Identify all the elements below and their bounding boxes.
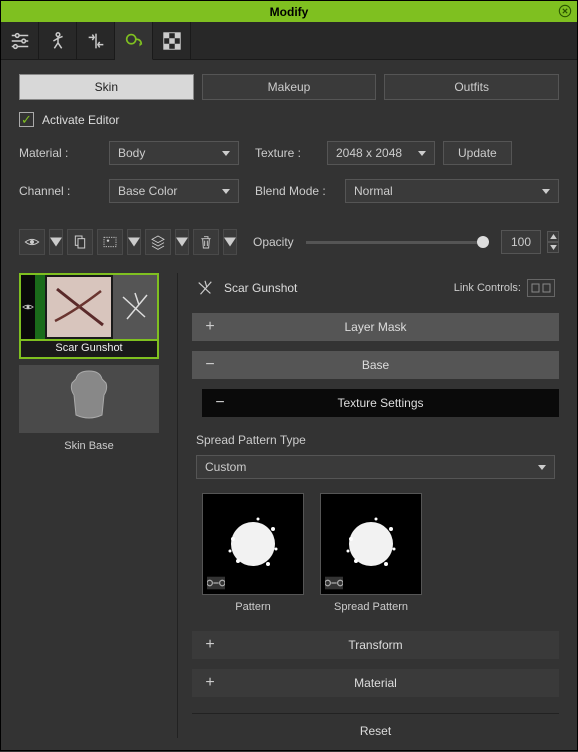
material-dropdown[interactable]: Body <box>109 141 239 165</box>
section-base[interactable]: − Base <box>192 351 559 379</box>
material-label: Material : <box>19 146 109 160</box>
layer-mask-thumbnail <box>113 275 157 339</box>
delete-dropdown[interactable] <box>223 229 237 255</box>
arrows-tab[interactable] <box>77 22 115 60</box>
close-button[interactable] <box>557 3 573 19</box>
appearance-tab[interactable] <box>115 22 153 60</box>
visibility-tool[interactable] <box>19 229 45 255</box>
icon-tab-bar <box>1 22 577 60</box>
layer-label: Skin Base <box>19 437 159 455</box>
link-icon <box>207 576 225 590</box>
texture-label: Texture : <box>255 146 327 160</box>
spread-pattern-label: Spread Pattern <box>320 601 422 613</box>
titlebar: Modify <box>1 1 577 22</box>
window-title: Modify <box>270 5 309 19</box>
update-button[interactable]: Update <box>443 141 512 165</box>
layer-item-skinbase[interactable]: Skin Base <box>19 365 159 455</box>
opacity-up[interactable] <box>547 231 559 242</box>
minus-icon: − <box>202 394 238 412</box>
opacity-input[interactable] <box>501 230 541 254</box>
tab-outfits[interactable]: Outfits <box>384 74 559 100</box>
minus-icon: − <box>192 356 228 374</box>
channel-label: Channel : <box>19 184 109 198</box>
activate-editor-checkbox[interactable]: ✓ <box>19 112 34 127</box>
image-dropdown[interactable] <box>127 229 141 255</box>
section-material[interactable]: + Material <box>192 669 559 697</box>
pattern-thumbnail[interactable] <box>202 493 304 595</box>
plus-icon: + <box>192 318 228 336</box>
sliders-tab[interactable] <box>1 22 39 60</box>
link-controls-label: Link Controls: <box>454 282 521 294</box>
details-panel: Scar Gunshot Link Controls: + Layer Mask… <box>177 273 559 738</box>
copy-tool[interactable] <box>67 229 93 255</box>
image-tool[interactable] <box>97 229 123 255</box>
layers-panel: Scar Gunshot Skin Base <box>19 273 159 738</box>
plus-icon: + <box>192 674 228 692</box>
tab-makeup[interactable]: Makeup <box>202 74 377 100</box>
reset-button[interactable]: Reset <box>192 713 559 738</box>
layer-label: Scar Gunshot <box>19 339 159 359</box>
activate-editor-label: Activate Editor <box>42 113 119 127</box>
spread-pattern-thumbnail[interactable] <box>320 493 422 595</box>
tab-skin[interactable]: Skin <box>19 74 194 100</box>
checker-tab[interactable] <box>153 22 191 60</box>
category-tabs: Skin Makeup Outfits <box>19 74 559 100</box>
torso-icon <box>64 367 114 423</box>
pose-tab[interactable] <box>39 22 77 60</box>
link-icon <box>325 576 343 590</box>
layer-thumbnail <box>45 275 113 339</box>
section-layer-mask[interactable]: + Layer Mask <box>192 313 559 341</box>
layer-visibility-icon[interactable] <box>21 275 35 339</box>
link-controls-toggle[interactable] <box>527 279 555 297</box>
opacity-thumb[interactable] <box>477 236 489 248</box>
plus-icon: + <box>192 636 228 654</box>
pattern-label: Pattern <box>202 601 304 613</box>
delete-tool[interactable] <box>193 229 219 255</box>
stack-dropdown[interactable] <box>175 229 189 255</box>
blend-label: Blend Mode : <box>255 184 345 198</box>
scratch-icon <box>196 279 214 297</box>
blend-dropdown[interactable]: Normal <box>345 179 559 203</box>
section-texture-settings[interactable]: − Texture Settings <box>202 389 559 417</box>
details-title: Scar Gunshot <box>224 281 297 295</box>
stack-tool[interactable] <box>145 229 171 255</box>
layer-color-strip <box>35 275 45 339</box>
channel-dropdown[interactable]: Base Color <box>109 179 239 203</box>
opacity-slider[interactable] <box>306 241 487 244</box>
layer-item-scar[interactable]: Scar Gunshot <box>19 273 159 359</box>
opacity-down[interactable] <box>547 242 559 253</box>
texture-dropdown[interactable]: 2048 x 2048 <box>327 141 435 165</box>
section-transform[interactable]: + Transform <box>192 631 559 659</box>
spread-type-label: Spread Pattern Type <box>196 433 555 447</box>
visibility-dropdown[interactable] <box>49 229 63 255</box>
spread-type-dropdown[interactable]: Custom <box>196 455 555 479</box>
opacity-label: Opacity <box>253 235 294 249</box>
layer-toolbar: Opacity <box>19 229 559 255</box>
